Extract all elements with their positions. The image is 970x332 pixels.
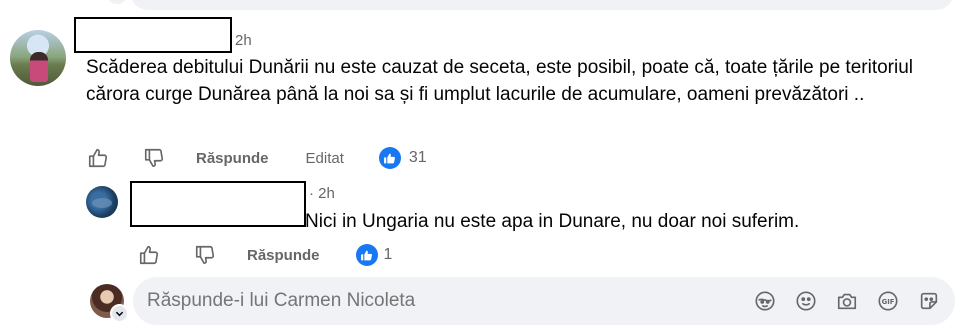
reply-author-avatar[interactable]: [86, 186, 118, 218]
emoji-icon[interactable]: [794, 289, 818, 313]
reply-actions: Răspunde 1: [137, 243, 392, 267]
comment-timestamp[interactable]: 2h: [235, 32, 252, 49]
comment-actions: Răspunde Editat 31: [86, 146, 427, 170]
reply-button[interactable]: Răspunde: [196, 150, 269, 167]
gif-icon[interactable]: GIF: [876, 289, 900, 313]
redacted-author-name: [74, 17, 232, 53]
reaction-count[interactable]: 1: [384, 246, 393, 264]
chevron-down-icon: [115, 311, 124, 317]
previous-comment-edge: [108, 0, 126, 4]
reply-body: Nici in Ungaria nu este apa in Dunare, n…: [305, 211, 800, 232]
like-icon[interactable]: [86, 146, 110, 170]
dislike-icon[interactable]: [193, 243, 217, 267]
reply-input[interactable]: [147, 277, 707, 325]
sticker-icon[interactable]: [917, 289, 941, 313]
reaction-count[interactable]: 31: [409, 149, 427, 167]
camera-icon[interactable]: [835, 289, 859, 313]
avatar-sticker-icon[interactable]: [753, 289, 777, 313]
like-reaction-icon[interactable]: [355, 244, 378, 266]
reply-composer[interactable]: GIF: [133, 277, 955, 325]
previous-comment-bubble-edge: [130, 0, 954, 10]
account-switch-badge[interactable]: [110, 304, 129, 323]
avatar-figure: [30, 52, 48, 82]
reply-timestamp[interactable]: · 2h: [309, 185, 335, 202]
composer-toolbar: GIF: [753, 289, 941, 313]
reply-button[interactable]: Răspunde: [247, 247, 320, 264]
edited-label[interactable]: Editat: [306, 150, 344, 167]
comment-body: Scăderea debitului Dunării nu este cauza…: [86, 57, 914, 105]
svg-text:GIF: GIF: [882, 298, 895, 306]
like-icon[interactable]: [137, 243, 161, 267]
redacted-reply-author-name: [130, 181, 306, 227]
dislike-icon[interactable]: [142, 146, 166, 170]
like-reaction-icon[interactable]: [378, 147, 401, 169]
commenter-avatar[interactable]: [10, 30, 66, 86]
